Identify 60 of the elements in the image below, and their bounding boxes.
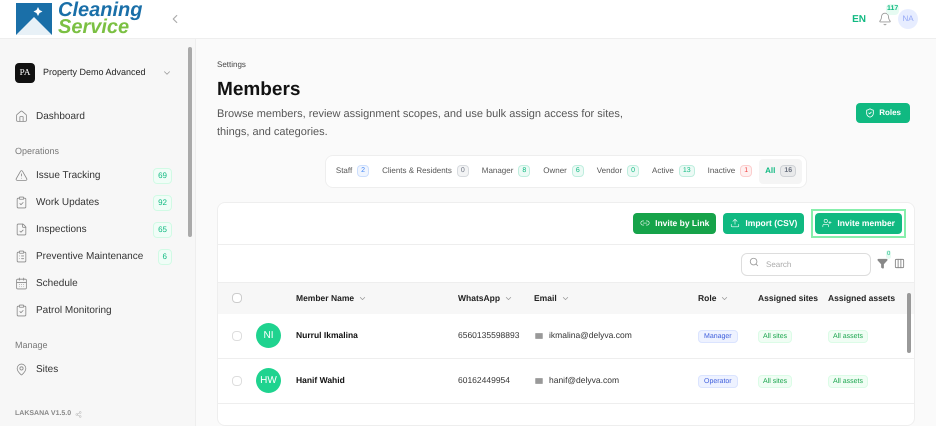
- logo-text: Service: [58, 19, 130, 36]
- nav-item[interactable]: Preventive Maintenance 6: [0, 243, 195, 270]
- count-badge: 6: [158, 248, 172, 264]
- mail-icon: [534, 376, 544, 386]
- select-all-checkbox[interactable]: [232, 293, 242, 303]
- whatsapp-number: 60162449954: [458, 374, 512, 387]
- search-icon: [749, 256, 759, 266]
- whatsapp-number: 6560135598893: [458, 329, 520, 342]
- column-header[interactable]: WhatsApp: [458, 292, 534, 304]
- page-title: Members: [217, 78, 302, 102]
- nav-item[interactable]: Schedule: [0, 270, 195, 297]
- nav-item[interactable]: Sites: [0, 356, 195, 383]
- home-icon: [15, 110, 28, 123]
- link-icon: [640, 218, 650, 228]
- workspace-avatar: PA: [15, 63, 35, 83]
- logo-text: Cleaning: [58, 2, 142, 19]
- breadcrumb[interactable]: Settings: [217, 59, 915, 71]
- column-header: Assigned assets: [828, 292, 896, 304]
- row-checkbox[interactable]: [232, 376, 242, 386]
- count-badge: 92: [153, 194, 172, 210]
- location-pin-icon: [15, 363, 28, 376]
- member-avatar: HW: [256, 368, 281, 393]
- section-title: Manage: [14, 339, 49, 352]
- calendar-icon: [15, 277, 28, 290]
- member-name: Hanif Wahid: [296, 374, 346, 387]
- row-checkbox[interactable]: [232, 330, 242, 340]
- nav-item[interactable]: Patrol Monitoring: [0, 297, 195, 324]
- column-header[interactable]: Email: [534, 292, 698, 304]
- count-badge: 69: [153, 168, 172, 184]
- nav-item[interactable]: Work Updates 92: [0, 189, 195, 216]
- clipboard-icon: [15, 250, 28, 263]
- email-address: hanif@delyva.com: [549, 374, 620, 387]
- scrollbar[interactable]: [907, 292, 911, 352]
- share-icon[interactable]: [75, 410, 82, 418]
- column-header[interactable]: Role: [698, 292, 758, 304]
- count-badge: 65: [153, 222, 172, 238]
- page-description: Browse members, review assignment scopes, and use bulk assign access for sites, things, and categories.: [217, 106, 624, 140]
- notification-icon[interactable]: [878, 12, 892, 26]
- column-header[interactable]: Member Name: [296, 292, 458, 304]
- member-name: Nurrul Ikmalina: [296, 329, 359, 342]
- mail-icon: [534, 330, 544, 340]
- clipboard-icon: [15, 196, 28, 209]
- shield-icon: [865, 108, 876, 118]
- upload-icon: [730, 218, 740, 228]
- scrollbar[interactable]: [188, 47, 192, 237]
- warning-icon: [15, 169, 28, 182]
- nav-item[interactable]: Dashboard: [0, 103, 195, 130]
- columns-icon[interactable]: [894, 258, 905, 268]
- section-title: Operations: [14, 145, 60, 158]
- nav-item[interactable]: Inspections 65: [0, 216, 195, 243]
- filter-icon[interactable]: [877, 258, 888, 268]
- column-header: Assigned sites: [758, 292, 819, 304]
- clipboard-icon: [15, 304, 28, 317]
- document-icon: [15, 223, 28, 236]
- nav-item[interactable]: Issue Tracking 69: [0, 162, 195, 189]
- user-plus-icon: [822, 218, 832, 228]
- member-avatar: NI: [256, 323, 281, 348]
- email-address: ikmalina@delyva.com: [549, 329, 632, 342]
- search-field[interactable]: Search: [741, 252, 871, 276]
- workspace-name[interactable]: Property Demo Advanced: [43, 66, 154, 80]
